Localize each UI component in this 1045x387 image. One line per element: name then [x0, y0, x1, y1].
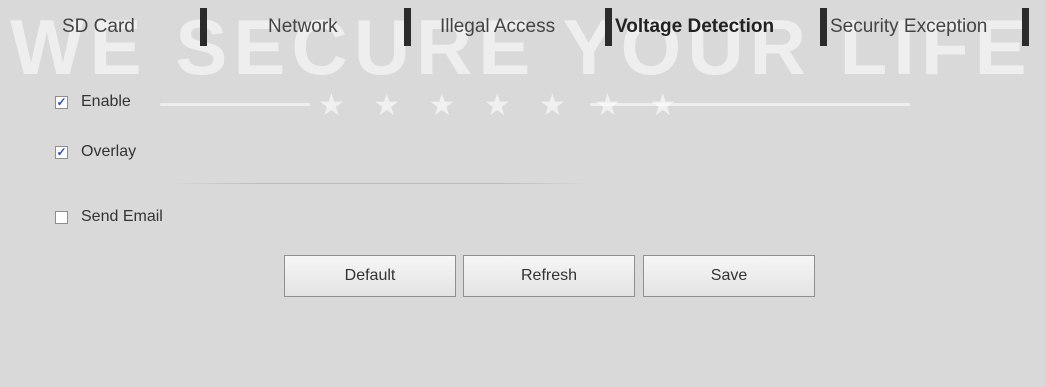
- enable-row: ✓ Enable: [55, 93, 131, 111]
- tab-separator: [820, 8, 827, 46]
- checkmark-icon: ✓: [56, 95, 67, 109]
- enable-label: Enable: [81, 93, 131, 110]
- watermark-line-left: [160, 103, 310, 106]
- tab-separator: [1022, 8, 1029, 46]
- watermark-stars: ★ ★ ★ ★ ★ ★ ★: [318, 89, 687, 122]
- enable-checkbox[interactable]: ✓: [55, 95, 68, 109]
- tab-separator: [200, 8, 207, 46]
- checkmark-icon: ✓: [56, 145, 67, 159]
- tab-voltage-detection[interactable]: Voltage Detection: [615, 8, 774, 46]
- tab-sd-card[interactable]: SD Card: [62, 8, 135, 46]
- overlay-checkbox[interactable]: ✓: [55, 145, 68, 159]
- tab-security-exception[interactable]: Security Exception: [830, 8, 987, 46]
- watermark-line-right: [590, 103, 910, 106]
- tab-network[interactable]: Network: [268, 8, 338, 46]
- default-button[interactable]: Default: [284, 255, 456, 297]
- divider: [170, 183, 590, 184]
- tab-separator: [404, 8, 411, 46]
- send-email-row: Send Email: [55, 208, 163, 226]
- tab-illegal-access[interactable]: Illegal Access: [440, 8, 555, 46]
- tab-separator: [605, 8, 612, 46]
- send-email-label: Send Email: [81, 208, 163, 225]
- overlay-row: ✓ Overlay: [55, 143, 136, 161]
- overlay-label: Overlay: [81, 143, 137, 160]
- tab-bar: SD Card Network Illegal Access Voltage D…: [0, 0, 1045, 48]
- refresh-button[interactable]: Refresh: [463, 255, 635, 297]
- save-button[interactable]: Save: [643, 255, 815, 297]
- send-email-checkbox[interactable]: [55, 210, 68, 224]
